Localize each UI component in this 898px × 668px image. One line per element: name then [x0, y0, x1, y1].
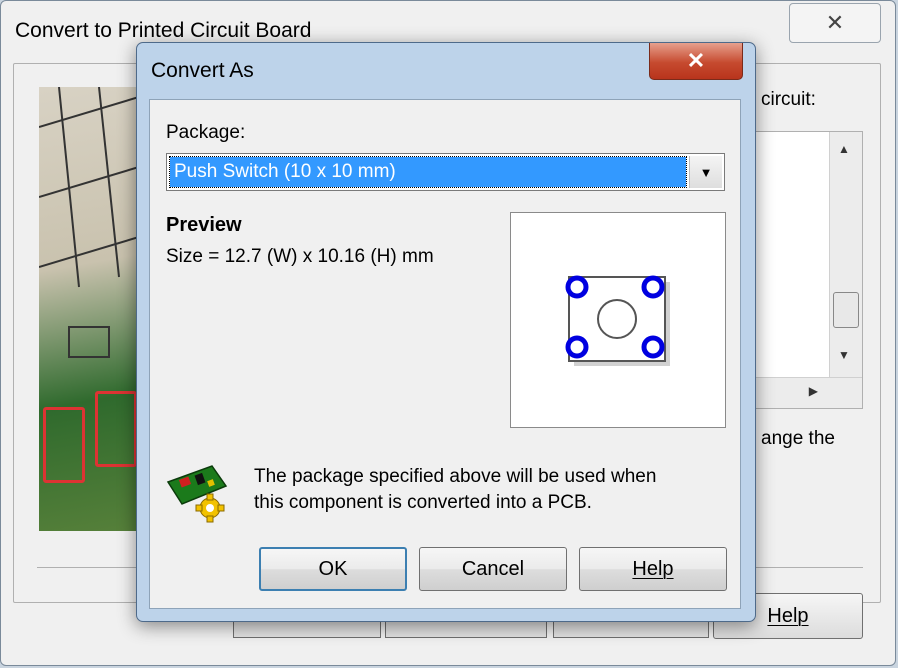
- led-digit-2: [95, 391, 137, 467]
- dialog-title: Convert As: [151, 59, 254, 82]
- scroll-down-icon[interactable]: ▼: [838, 348, 850, 362]
- help-button-label: Help: [632, 557, 674, 580]
- scroll-right-icon[interactable]: ▶: [809, 384, 818, 398]
- preview-size: Size = 12.7 (W) x 10.16 (H) mm: [166, 246, 434, 267]
- ok-button[interactable]: OK: [259, 547, 407, 591]
- dropdown-button[interactable]: ▼: [689, 156, 722, 188]
- package-label: Package:: [166, 122, 246, 143]
- push-switch-footprint: [565, 275, 670, 366]
- close-icon: ✕: [686, 48, 706, 73]
- background-help-label: Help: [767, 604, 809, 627]
- pad-3: [565, 335, 589, 359]
- info-message: The package specified above will be used…: [254, 464, 724, 516]
- pad-4: [641, 335, 665, 359]
- info-line-1: The package specified above will be used…: [254, 466, 657, 487]
- info-line-2: this component is converted into a PCB.: [254, 492, 592, 513]
- dialog-body: Package: Push Switch (10 x 10 mm) ▼ Prev…: [149, 99, 741, 609]
- background-close-button[interactable]: ✕: [789, 3, 881, 43]
- background-window-title: Convert to Printed Circuit Board: [15, 19, 312, 42]
- switch-button-circle: [597, 299, 637, 339]
- scroll-up-icon[interactable]: ▲: [838, 142, 850, 156]
- package-preview: [510, 212, 726, 428]
- chevron-down-icon: ▼: [699, 164, 713, 180]
- circuit-label: circuit:: [761, 89, 816, 110]
- dialog-close-button[interactable]: ✕: [649, 43, 743, 80]
- cancel-button[interactable]: Cancel: [419, 547, 567, 591]
- circuit-list[interactable]: ▲ ▼ ▶: [753, 131, 863, 409]
- package-selected-value[interactable]: Push Switch (10 x 10 mm): [169, 156, 687, 188]
- close-icon: ✕: [825, 10, 845, 35]
- pad-2: [641, 275, 665, 299]
- package-select[interactable]: Push Switch (10 x 10 mm) ▼: [166, 153, 725, 191]
- scroll-thumb[interactable]: [833, 292, 859, 328]
- pad-1: [565, 275, 589, 299]
- led-digit-1: [43, 407, 85, 483]
- change-text: ange the: [761, 428, 835, 449]
- pcb-gear-icon: [166, 465, 228, 523]
- help-button[interactable]: Help: [579, 547, 727, 591]
- horizontal-scrollbar[interactable]: ▶: [754, 377, 862, 408]
- preview-heading: Preview: [166, 214, 242, 236]
- pcb-photo-image: [39, 87, 139, 531]
- convert-as-dialog: Convert As ✕ Package: Push Switch (10 x …: [136, 42, 756, 622]
- vertical-scrollbar[interactable]: ▲ ▼: [829, 132, 862, 378]
